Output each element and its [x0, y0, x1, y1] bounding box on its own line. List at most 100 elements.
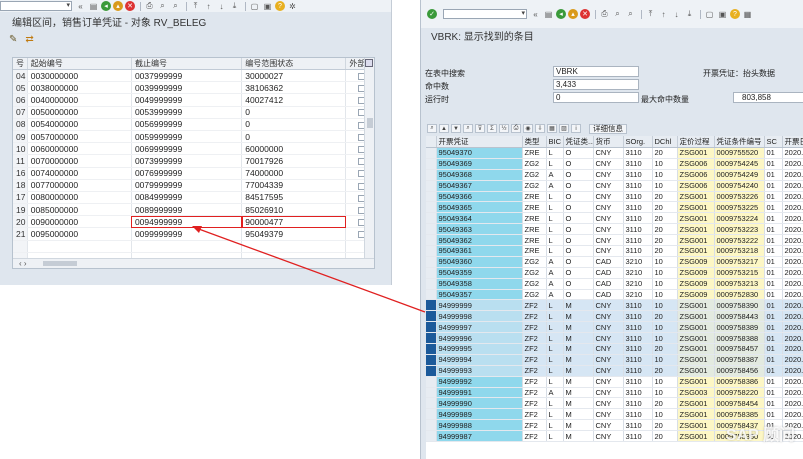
insert-interval-icon[interactable]: ⇄	[25, 34, 33, 45]
billing-doc-cell[interactable]: 95049363	[436, 223, 523, 236]
to-number-cell[interactable]: 0053999999	[131, 106, 243, 119]
type-cell[interactable]: ZG2	[522, 267, 547, 279]
next-page-icon[interactable]: ↓	[216, 1, 227, 11]
to-number-cell[interactable]: 0073999999	[131, 154, 243, 168]
from-number-cell[interactable]: 0080000000	[27, 191, 132, 205]
condition-number-cell[interactable]: 0009753222	[714, 234, 765, 247]
from-number-cell[interactable]: 0040000000	[27, 93, 132, 107]
billing-date-cell[interactable]: 2020.	[782, 376, 803, 388]
type-cell[interactable]: ZRE	[522, 147, 547, 159]
type-cell[interactable]: ZF2	[522, 310, 547, 323]
row-selector[interactable]	[426, 321, 437, 334]
distribution-channel-cell[interactable]: 20	[652, 310, 678, 323]
doc-category-cell[interactable]: M	[563, 365, 594, 377]
billing-date-cell[interactable]: 2020.	[782, 223, 803, 236]
sc-cell[interactable]: 01	[764, 343, 783, 355]
type-cell[interactable]: ZG2	[522, 158, 547, 170]
to-number-cell[interactable]: 0084999999	[131, 191, 243, 205]
condition-number-cell[interactable]: 0009753213	[714, 278, 765, 290]
doc-category-cell[interactable]: O	[563, 256, 594, 268]
table-row[interactable]: 08 0054000000 0056999999 0	[13, 118, 374, 131]
cancel-icon[interactable]: ✕	[580, 9, 590, 19]
table-row[interactable]: 07 0050000000 0053999999 0	[13, 106, 374, 119]
bic-cell[interactable]: A	[546, 256, 564, 268]
pricing-procedure-cell[interactable]: ZSG001	[677, 234, 715, 247]
sort-ascending-icon[interactable]: ▲	[439, 124, 449, 133]
currency-cell[interactable]: CNY	[593, 321, 624, 334]
pricing-procedure-cell[interactable]: ZSG001	[677, 201, 715, 214]
from-number-cell[interactable]: 0074000000	[27, 167, 132, 180]
table-row[interactable]: 95049359 ZG2 A O CAD 3210 10 ZSG009 0009753215 01…	[426, 267, 803, 279]
currency-cell[interactable]: CNY	[593, 376, 624, 388]
billing-date-cell[interactable]: 2020.	[782, 289, 803, 301]
sales-org-cell[interactable]: 3210	[623, 256, 653, 268]
status-number-cell[interactable]: 90000477	[241, 215, 347, 229]
column-header-to[interactable]: 截止编号	[131, 58, 243, 70]
table-row[interactable]: 94999996 ZF2 L M CNY 3110 10 ZSG001 0009758388 01…	[426, 332, 803, 345]
table-row[interactable]: 95049360 ZG2 A O CAD 3210 10 ZSG009 0009753217 01…	[426, 256, 803, 268]
row-selector[interactable]	[426, 397, 437, 410]
billing-doc-cell[interactable]: 95049362	[436, 234, 523, 247]
new-session-icon[interactable]: ▢	[249, 1, 260, 11]
currency-cell[interactable]: CNY	[593, 354, 624, 366]
table-row[interactable]: 95049363 ZRE L O CNY 3110 20 ZSG001 0009753223 01…	[426, 223, 803, 236]
condition-number-cell[interactable]: 0009753223	[714, 223, 765, 236]
doc-category-cell[interactable]: O	[563, 289, 594, 301]
row-selector[interactable]	[426, 234, 437, 247]
table-row[interactable]: 94999990 ZF2 L M CNY 3110 20 ZSG001 0009758454 01…	[426, 397, 803, 410]
cancel-icon[interactable]: ✕	[125, 1, 135, 11]
billing-date-cell[interactable]: 2020.	[782, 158, 803, 170]
from-number-cell[interactable]: 0085000000	[27, 203, 132, 217]
bic-cell[interactable]: L	[546, 212, 564, 225]
from-number-cell[interactable]: 0070000000	[27, 154, 132, 168]
billing-date-cell[interactable]: 2020.	[782, 332, 803, 345]
to-number-cell[interactable]: 0069999999	[131, 142, 243, 156]
from-number-cell[interactable]: 0054000000	[27, 118, 132, 131]
status-number-cell[interactable]: 84517595	[241, 191, 347, 205]
currency-cell[interactable]: CNY	[593, 365, 624, 377]
table-row[interactable]: 11 0070000000 0073999999 70017926	[13, 154, 374, 168]
bic-cell[interactable]: L	[546, 201, 564, 214]
billing-doc-cell[interactable]: 95049368	[436, 169, 523, 181]
distribution-channel-cell[interactable]: 10	[652, 169, 678, 181]
find-next-icon[interactable]: ⌕	[625, 9, 636, 19]
pricing-procedure-cell[interactable]: ZSG001	[677, 191, 715, 203]
billing-date-cell[interactable]: 2020.	[782, 212, 803, 225]
currency-cell[interactable]: CNY	[593, 180, 624, 192]
table-row[interactable]: 95049370 ZRE L O CNY 3110 20 ZSG001 0009755520 01…	[426, 147, 803, 159]
sc-cell[interactable]: 01	[764, 191, 783, 203]
row-selector[interactable]	[426, 430, 437, 443]
shortcut-icon[interactable]: ▣	[717, 9, 728, 19]
condition-number-cell[interactable]: 0009758388	[714, 332, 765, 345]
condition-number-cell[interactable]: 0009753218	[714, 245, 765, 257]
sales-org-cell[interactable]: 3110	[623, 408, 653, 421]
table-row[interactable]: 95049366 ZRE L O CNY 3110 20 ZSG001 0009753226 01…	[426, 191, 803, 203]
save-icon[interactable]: ▤	[88, 1, 99, 11]
status-number-cell[interactable]: 60000000	[241, 142, 347, 156]
billing-doc-cell[interactable]: 94999996	[436, 332, 523, 345]
sc-cell[interactable]: 01	[764, 310, 783, 323]
billing-date-cell[interactable]: 2020.	[782, 299, 803, 312]
to-number-cell[interactable]: 0059999999	[131, 130, 243, 144]
doc-category-cell[interactable]: M	[563, 376, 594, 388]
pricing-procedure-cell[interactable]: ZSG009	[677, 256, 715, 268]
billing-date-cell[interactable]: 2020.	[782, 256, 803, 268]
sc-cell[interactable]: 01	[764, 169, 783, 181]
doc-category-cell[interactable]: O	[563, 158, 594, 170]
doc-category-cell[interactable]: M	[563, 430, 594, 443]
type-cell[interactable]: ZF2	[522, 387, 547, 399]
status-number-cell[interactable]: 77004339	[241, 179, 347, 192]
type-cell[interactable]: ZF2	[522, 332, 547, 345]
row-selector[interactable]	[426, 212, 437, 225]
to-number-cell[interactable]: 0099999999	[131, 227, 243, 241]
sc-cell[interactable]: 01	[764, 397, 783, 410]
currency-cell[interactable]: CNY	[593, 223, 624, 236]
billing-date-cell[interactable]: 2020.	[782, 267, 803, 279]
type-cell[interactable]: ZRE	[522, 201, 547, 214]
enter-check-icon[interactable]: ✓	[427, 9, 437, 19]
status-number-cell[interactable]: 74000000	[241, 167, 347, 180]
sales-org-cell[interactable]: 3110	[623, 191, 653, 203]
table-row[interactable]: 09 0057000000 0059999999 0	[13, 130, 374, 144]
row-selector[interactable]	[426, 310, 437, 323]
sales-org-cell[interactable]: 3110	[623, 147, 653, 159]
